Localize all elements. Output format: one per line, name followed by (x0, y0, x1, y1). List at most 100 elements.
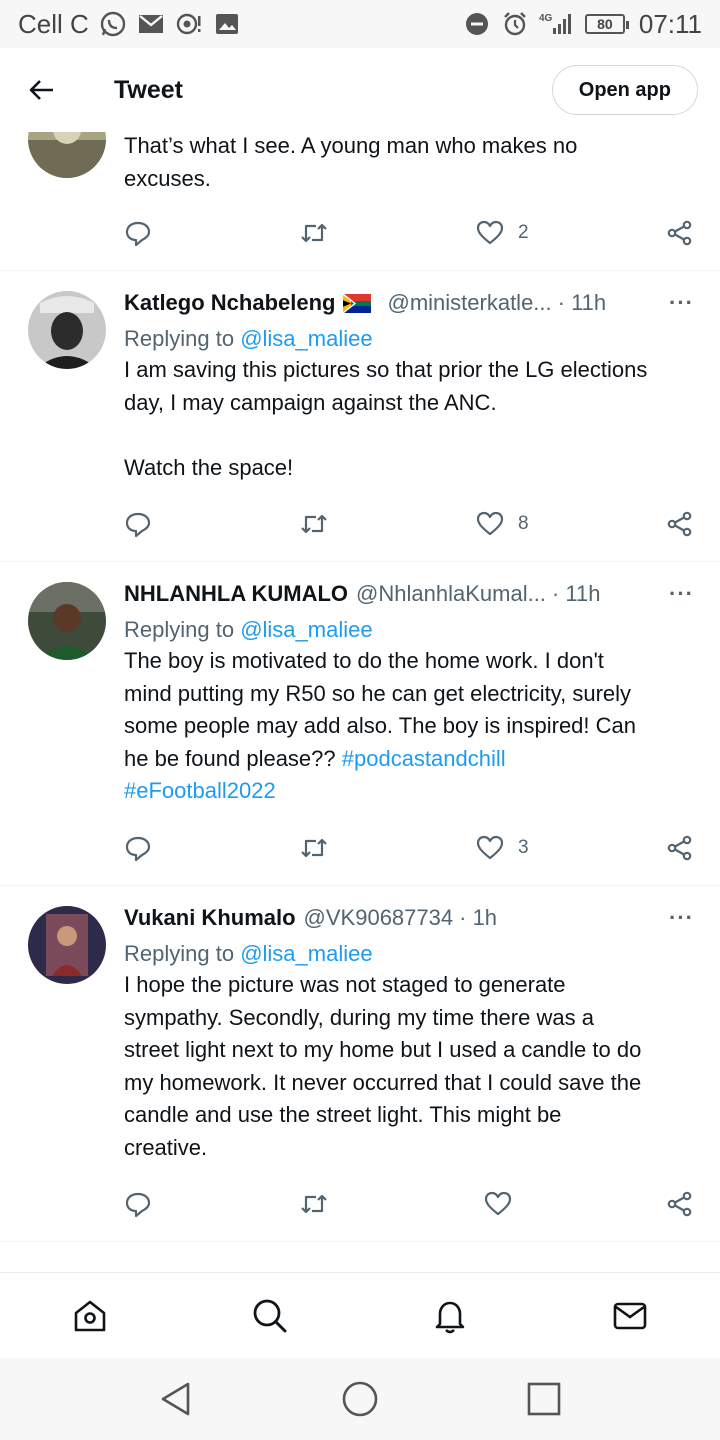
tweet-item[interactable]: NHLANHLA KUMALO @NhlanhlaKumal... · 11h … (0, 562, 720, 886)
author-name[interactable]: NHLANHLA KUMALO (124, 581, 348, 607)
signal-icon: 4G (539, 13, 571, 34)
bell-icon (435, 1301, 465, 1333)
avatar[interactable] (28, 906, 106, 984)
retweet-button[interactable] (300, 219, 328, 247)
back-triangle-icon (161, 1382, 190, 1416)
tweet-item[interactable]: That’s what I see. A young man who makes… (0, 132, 720, 271)
bottom-navigation (0, 1272, 720, 1358)
reply-feed[interactable]: That’s what I see. A young man who makes… (0, 132, 720, 1272)
home-circle-icon (342, 1381, 378, 1417)
tweet-text: That’s what I see. A young man who makes… (124, 133, 578, 191)
battery-indicator: 80 (584, 14, 629, 34)
status-bar: Cell C 4G 80 07:11 (0, 0, 720, 48)
like-button[interactable]: 8 (476, 510, 529, 538)
hotspot-icon (176, 13, 201, 35)
share-button[interactable] (666, 1190, 694, 1218)
share-button[interactable] (666, 834, 694, 862)
reply-icon (125, 221, 151, 247)
gallery-icon (215, 14, 238, 34)
nav-notifications[interactable] (420, 1286, 480, 1346)
carrier-label: Cell C (18, 8, 89, 39)
system-recents-button[interactable] (522, 1377, 566, 1421)
reply-icon (125, 836, 151, 862)
author-name[interactable]: Katlego Nchabeleng (124, 290, 335, 316)
avatar[interactable] (28, 291, 106, 369)
clock: 07:11 (638, 8, 702, 39)
mail-icon (613, 1302, 647, 1329)
reply-button[interactable] (124, 219, 152, 247)
tweet-actions: 3 (124, 828, 694, 868)
retweet-icon (301, 223, 327, 243)
share-icon (667, 835, 692, 861)
hashtag-link[interactable]: #eFootball2022 (124, 778, 276, 803)
avatar[interactable] (28, 582, 106, 660)
more-options-button[interactable]: ··· (669, 905, 694, 931)
like-button[interactable] (484, 1190, 526, 1218)
system-back-button[interactable] (154, 1377, 198, 1421)
nav-search[interactable] (240, 1286, 300, 1346)
heart-icon (476, 835, 504, 860)
retweet-icon (301, 1194, 327, 1214)
page-title: Tweet (114, 75, 183, 104)
hashtag-link[interactable]: #podcastandchill (342, 746, 506, 771)
recents-square-icon (527, 1382, 561, 1416)
tweet-actions (124, 1184, 694, 1224)
avatar[interactable] (28, 132, 106, 178)
share-button[interactable] (666, 510, 694, 538)
share-button[interactable] (666, 219, 694, 247)
tweet-item[interactable]: Katlego Nchabeleng @ministerkatle... · 1… (0, 271, 720, 562)
reply-button[interactable] (124, 834, 152, 862)
share-icon (667, 220, 692, 246)
like-count: 2 (518, 222, 529, 243)
replying-to: Replying to @lisa_maliee (124, 617, 373, 642)
reply-mention-link[interactable]: @lisa_maliee (240, 617, 372, 642)
whatsapp-icon (100, 11, 125, 37)
like-button[interactable]: 3 (476, 834, 529, 862)
share-icon (667, 1191, 692, 1217)
author-handle[interactable]: @VK90687734 (304, 905, 454, 931)
home-icon (74, 1300, 106, 1331)
retweet-icon (301, 514, 327, 534)
heart-icon (476, 220, 504, 245)
reply-icon (125, 512, 151, 538)
system-navigation-bar (0, 1358, 720, 1440)
reply-button[interactable] (124, 1190, 152, 1218)
like-button[interactable]: 2 (476, 219, 529, 247)
tweet-time[interactable]: · 11h (558, 290, 607, 316)
back-button[interactable] (22, 70, 62, 110)
nav-messages[interactable] (600, 1286, 660, 1346)
replying-to: Replying to @lisa_maliee (124, 326, 373, 351)
tweet-text: I hope the picture was not staged to gen… (124, 972, 642, 1160)
more-options-button[interactable]: ··· (669, 290, 694, 316)
tweet-text: I am saving this pictures so that prior … (124, 357, 648, 480)
retweet-button[interactable] (300, 834, 328, 862)
tweet-time[interactable]: · 1h (459, 905, 497, 931)
tweet-text: The boy is motivated to do the home work… (124, 648, 636, 803)
retweet-button[interactable] (300, 510, 328, 538)
reply-button[interactable] (124, 510, 152, 538)
do-not-disturb-icon (465, 13, 488, 35)
svg-text:4G: 4G (539, 13, 553, 24)
like-count: 8 (518, 513, 529, 534)
replying-to: Replying to @lisa_maliee (124, 941, 373, 966)
author-handle[interactable]: @ministerkatle... (387, 290, 551, 316)
south-africa-flag-icon (343, 293, 372, 313)
reply-mention-link[interactable]: @lisa_maliee (240, 941, 372, 966)
open-app-button[interactable]: Open app (551, 65, 698, 115)
more-options-button[interactable]: ··· (669, 581, 694, 607)
reply-mention-link[interactable]: @lisa_maliee (240, 326, 372, 351)
top-app-bar: Tweet Open app (0, 48, 720, 132)
nav-home[interactable] (60, 1286, 120, 1346)
arrow-left-icon (29, 80, 53, 100)
like-count: 3 (518, 837, 529, 858)
reply-icon (125, 1192, 151, 1218)
gmail-icon (138, 15, 163, 33)
author-name[interactable]: Vukani Khumalo (124, 905, 296, 931)
retweet-button[interactable] (300, 1190, 328, 1218)
retweet-icon (301, 838, 327, 858)
tweet-item[interactable]: Vukani Khumalo @VK90687734 · 1h ··· Repl… (0, 886, 720, 1242)
author-handle[interactable]: @NhlanhlaKumal... (356, 581, 546, 607)
tweet-time[interactable]: · 11h (552, 581, 601, 607)
tweet-actions: 8 (124, 504, 694, 544)
system-home-button[interactable] (338, 1377, 382, 1421)
